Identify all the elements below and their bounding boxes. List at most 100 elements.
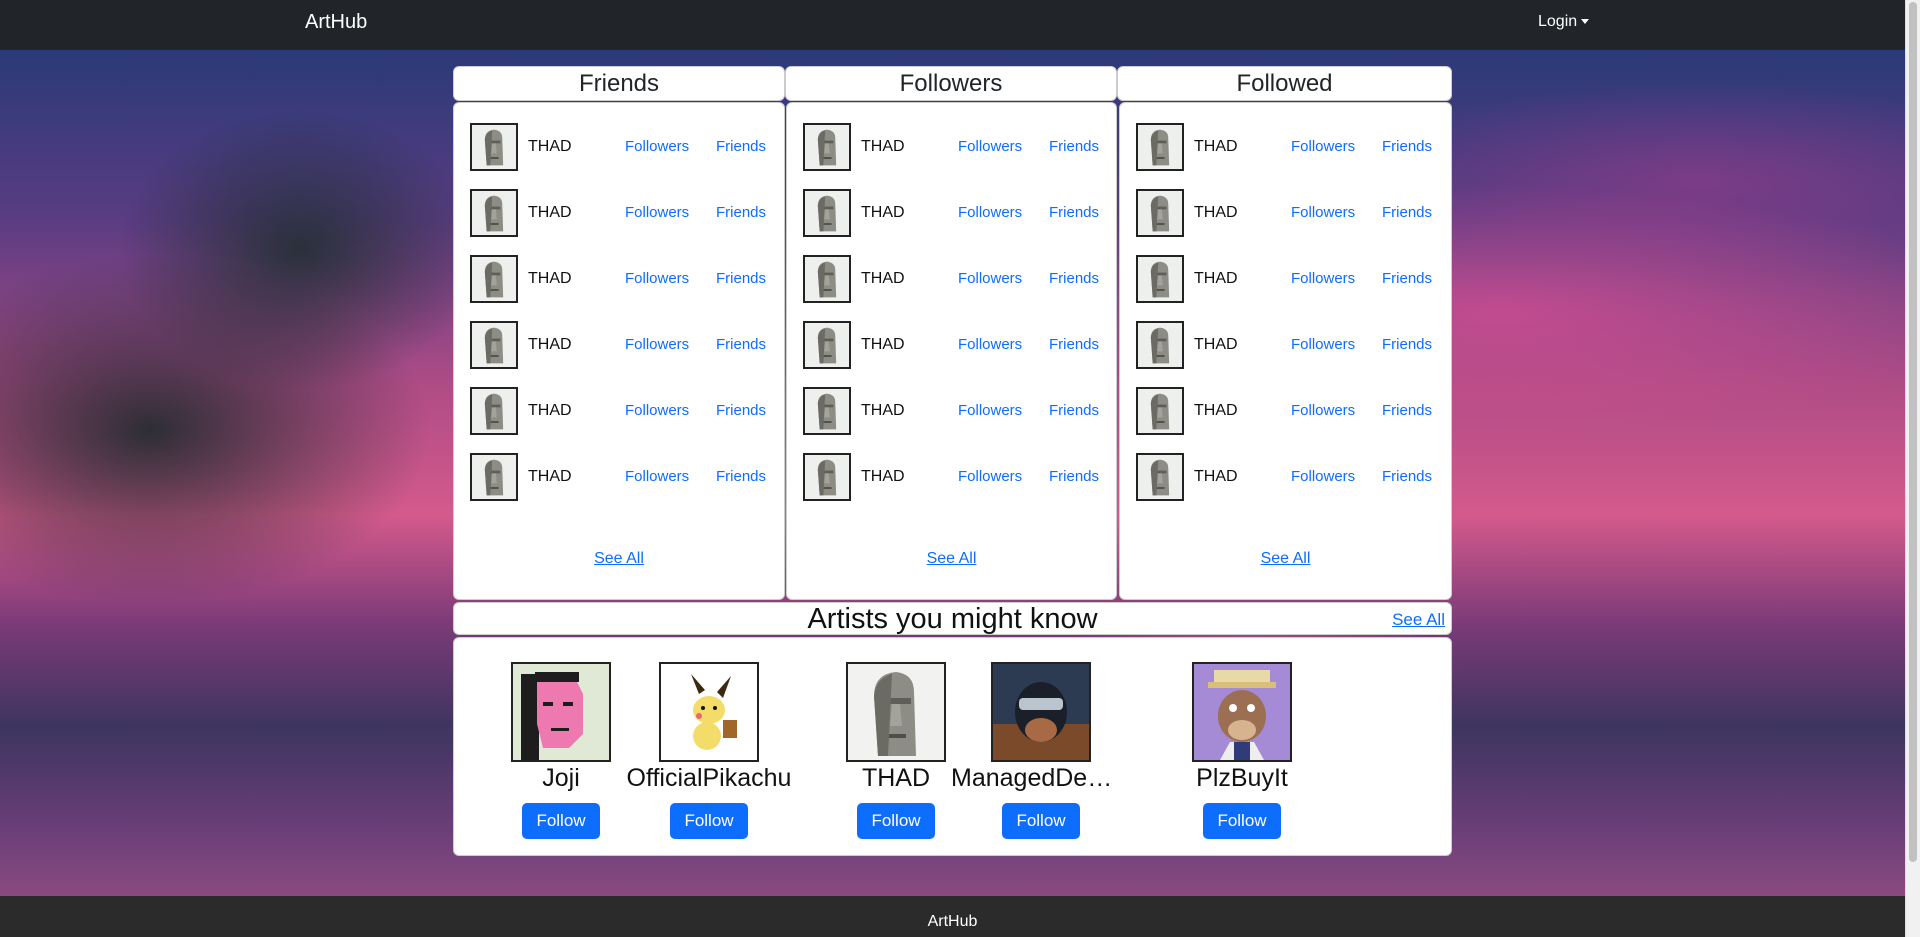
- artists-see-all-link[interactable]: See All: [1392, 610, 1445, 630]
- followers-link[interactable]: Followers: [1291, 270, 1355, 287]
- see-all-link[interactable]: See All: [787, 550, 1116, 568]
- artist-avatar[interactable]: [659, 662, 759, 762]
- follow-button[interactable]: Follow: [1002, 803, 1080, 839]
- user-name[interactable]: THAD: [861, 402, 905, 420]
- followers-link[interactable]: Followers: [1291, 402, 1355, 419]
- avatar[interactable]: [470, 123, 518, 171]
- followers-link[interactable]: Followers: [1291, 468, 1355, 485]
- user-name[interactable]: THAD: [861, 204, 905, 222]
- avatar[interactable]: [470, 189, 518, 237]
- artist-avatar[interactable]: [846, 662, 946, 762]
- avatar[interactable]: [803, 453, 851, 501]
- avatar[interactable]: [1136, 255, 1184, 303]
- avatar[interactable]: [470, 255, 518, 303]
- avatar[interactable]: [1136, 453, 1184, 501]
- followers-link[interactable]: Followers: [625, 336, 689, 353]
- brand-link[interactable]: ArtHub: [305, 11, 367, 34]
- followers-link[interactable]: Followers: [1291, 336, 1355, 353]
- user-name[interactable]: THAD: [528, 204, 572, 222]
- user-name[interactable]: THAD: [528, 402, 572, 420]
- user-name[interactable]: THAD: [1194, 138, 1238, 156]
- follow-button[interactable]: Follow: [670, 803, 748, 839]
- avatar[interactable]: [803, 321, 851, 369]
- avatar[interactable]: [803, 189, 851, 237]
- avatar[interactable]: [1136, 189, 1184, 237]
- list-item: THAD Followers Friends: [803, 123, 1113, 175]
- see-all-link[interactable]: See All: [454, 550, 784, 568]
- followers-link[interactable]: Followers: [625, 468, 689, 485]
- friends-link[interactable]: Friends: [716, 204, 766, 221]
- followers-link[interactable]: Followers: [958, 138, 1022, 155]
- avatar[interactable]: [470, 387, 518, 435]
- friends-link[interactable]: Friends: [1382, 138, 1432, 155]
- artist-avatar[interactable]: [511, 662, 611, 762]
- friends-link[interactable]: Friends: [1049, 468, 1099, 485]
- list-item: THAD Followers Friends: [470, 123, 780, 175]
- list-item: THAD Followers Friends: [1136, 321, 1446, 373]
- avatar[interactable]: [1136, 321, 1184, 369]
- friends-link[interactable]: Friends: [1049, 402, 1099, 419]
- avatar[interactable]: [803, 387, 851, 435]
- friends-link[interactable]: Friends: [1049, 138, 1099, 155]
- user-name[interactable]: THAD: [1194, 468, 1238, 486]
- list-item: THAD Followers Friends: [470, 255, 780, 307]
- user-name[interactable]: THAD: [861, 468, 905, 486]
- login-dropdown[interactable]: Login: [1538, 13, 1590, 31]
- follow-button[interactable]: Follow: [522, 803, 600, 839]
- user-name[interactable]: THAD: [861, 270, 905, 288]
- friends-link[interactable]: Friends: [716, 270, 766, 287]
- friends-link[interactable]: Friends: [716, 336, 766, 353]
- artist-name[interactable]: PlzBuyIt: [1152, 763, 1332, 793]
- user-name[interactable]: THAD: [1194, 402, 1238, 420]
- friends-link[interactable]: Friends: [716, 138, 766, 155]
- followers-link[interactable]: Followers: [958, 468, 1022, 485]
- friends-link[interactable]: Friends: [716, 402, 766, 419]
- scrollbar-thumb[interactable]: [1909, 2, 1917, 862]
- followers-link[interactable]: Followers: [625, 204, 689, 221]
- avatar[interactable]: [470, 453, 518, 501]
- friends-link[interactable]: Friends: [716, 468, 766, 485]
- user-name[interactable]: THAD: [1194, 204, 1238, 222]
- user-name[interactable]: THAD: [1194, 270, 1238, 288]
- followers-link[interactable]: Followers: [958, 270, 1022, 287]
- friends-link[interactable]: Friends: [1049, 204, 1099, 221]
- user-name[interactable]: THAD: [528, 468, 572, 486]
- followers-link[interactable]: Followers: [958, 402, 1022, 419]
- followers-link[interactable]: Followers: [958, 204, 1022, 221]
- followers-link[interactable]: Followers: [1291, 138, 1355, 155]
- user-name[interactable]: THAD: [528, 336, 572, 354]
- followers-link[interactable]: Followers: [625, 270, 689, 287]
- artist-avatar[interactable]: [991, 662, 1091, 762]
- scrollbar[interactable]: [1905, 0, 1920, 937]
- see-all-link[interactable]: See All: [1120, 550, 1451, 568]
- avatar[interactable]: [803, 123, 851, 171]
- friends-link[interactable]: Friends: [1382, 204, 1432, 221]
- artist-name[interactable]: ManagedDemo...: [951, 763, 1131, 793]
- list-item: THAD Followers Friends: [470, 189, 780, 241]
- followers-link[interactable]: Followers: [625, 402, 689, 419]
- followers-link[interactable]: Followers: [958, 336, 1022, 353]
- friends-link[interactable]: Friends: [1382, 270, 1432, 287]
- artist-card: ManagedDemo... Follow: [951, 662, 1131, 839]
- avatar[interactable]: [1136, 387, 1184, 435]
- artist-avatar[interactable]: [1192, 662, 1292, 762]
- footer-text: ArtHub: [927, 913, 978, 930]
- user-name[interactable]: THAD: [1194, 336, 1238, 354]
- user-name[interactable]: THAD: [861, 138, 905, 156]
- user-name[interactable]: THAD: [528, 270, 572, 288]
- user-name[interactable]: THAD: [861, 336, 905, 354]
- friends-link[interactable]: Friends: [1049, 270, 1099, 287]
- artist-name[interactable]: OfficialPikachu: [619, 763, 799, 793]
- avatar[interactable]: [803, 255, 851, 303]
- friends-link[interactable]: Friends: [1382, 468, 1432, 485]
- user-name[interactable]: THAD: [528, 138, 572, 156]
- friends-link[interactable]: Friends: [1382, 402, 1432, 419]
- followers-link[interactable]: Followers: [1291, 204, 1355, 221]
- friends-link[interactable]: Friends: [1382, 336, 1432, 353]
- follow-button[interactable]: Follow: [1203, 803, 1281, 839]
- avatar[interactable]: [1136, 123, 1184, 171]
- follow-button[interactable]: Follow: [857, 803, 935, 839]
- followers-link[interactable]: Followers: [625, 138, 689, 155]
- avatar[interactable]: [470, 321, 518, 369]
- friends-link[interactable]: Friends: [1049, 336, 1099, 353]
